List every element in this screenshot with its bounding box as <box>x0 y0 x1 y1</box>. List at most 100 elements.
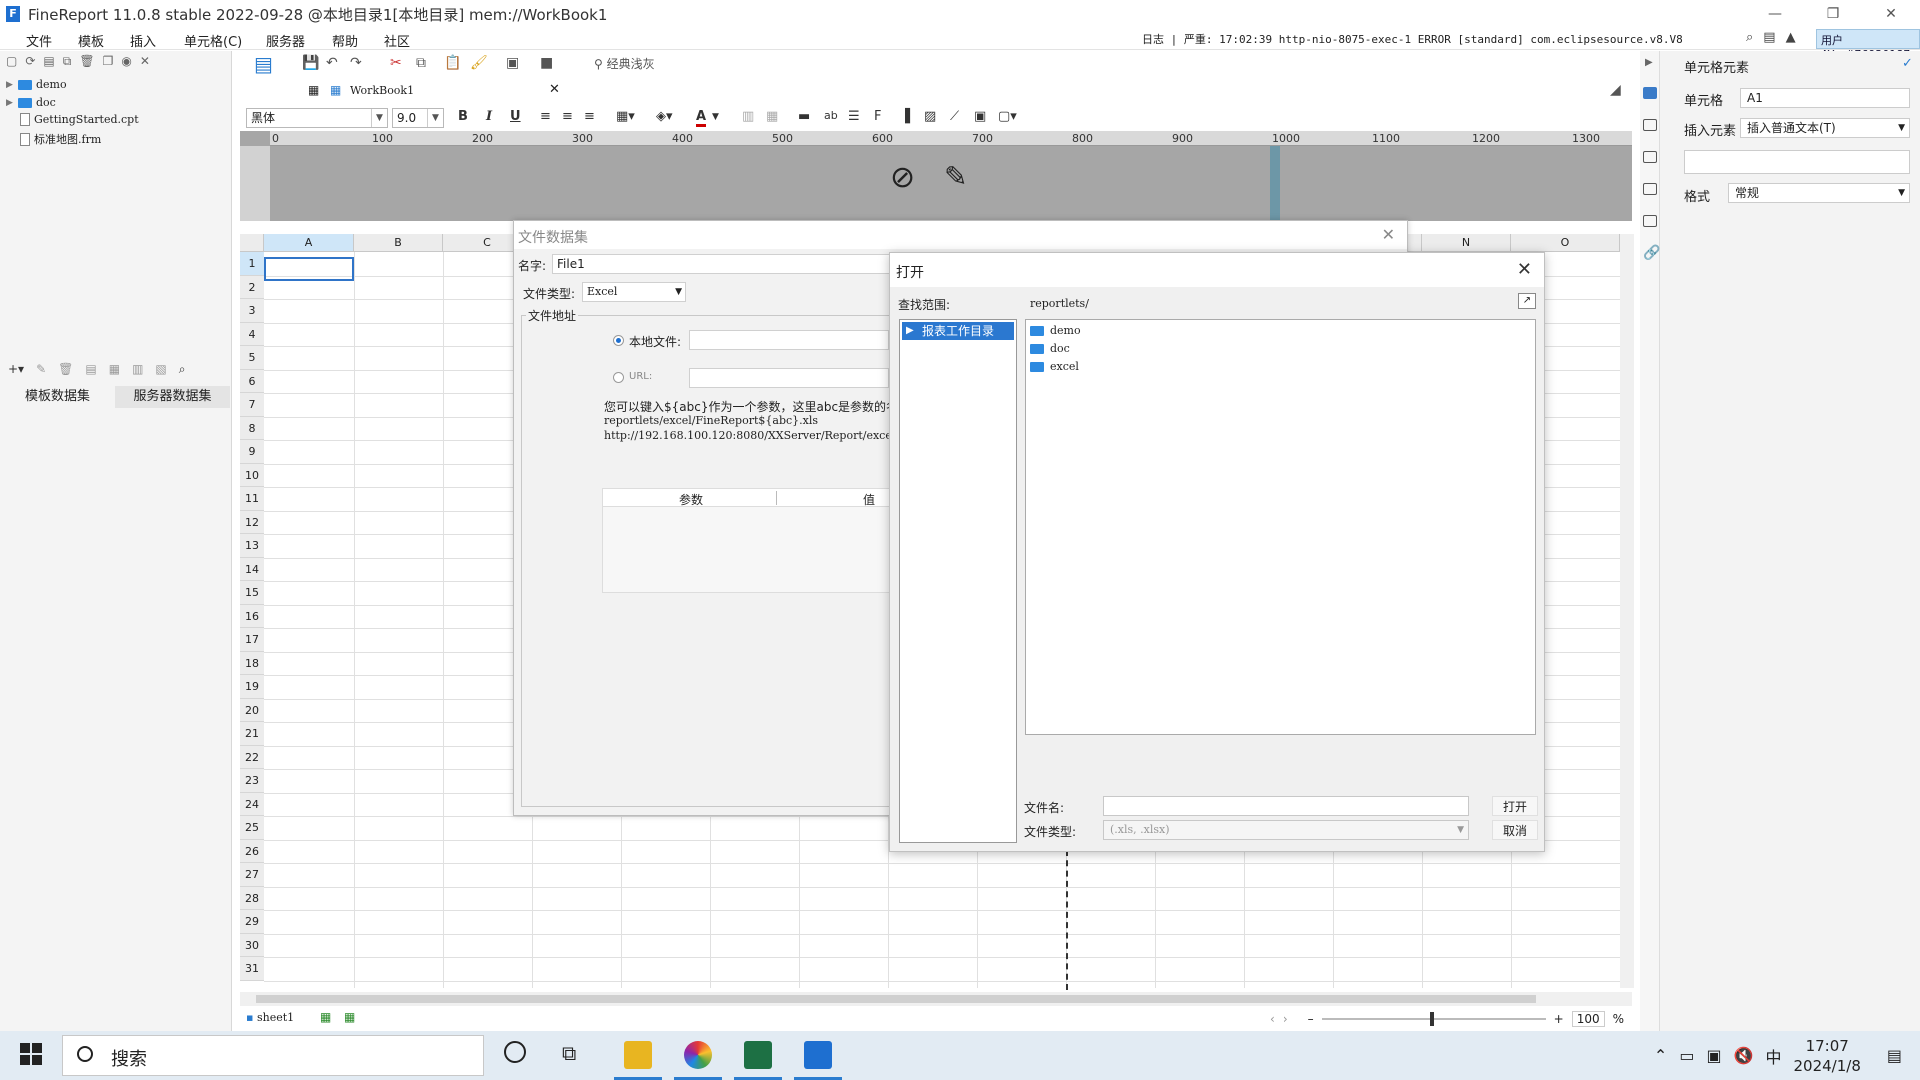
battery-icon[interactable]: ▭ <box>1679 1046 1694 1065</box>
browser-icon[interactable] <box>684 1041 712 1069</box>
volume-muted-icon[interactable]: 🔇 <box>1734 1046 1754 1065</box>
zoom-slider[interactable] <box>1321 1012 1546 1026</box>
row-header[interactable]: 7 <box>240 393 264 417</box>
paste-icon[interactable]: 📋 <box>444 55 461 71</box>
row-header[interactable]: 23 <box>240 769 264 793</box>
new-folder-icon[interactable]: ↗ <box>1518 293 1536 309</box>
unmerge-icon[interactable]: ▦ <box>766 109 778 124</box>
row-header[interactable]: 26 <box>240 839 264 863</box>
fill-color-icon[interactable]: ◈▾ <box>656 109 673 124</box>
local-file-radio[interactable] <box>613 335 624 346</box>
widget-settings-icon[interactable] <box>1643 183 1657 195</box>
tab-template-dataset[interactable]: 模板数据集 <box>0 386 115 408</box>
vertical-scrollbar[interactable] <box>1620 234 1634 988</box>
hyperlink-icon[interactable]: 🔗 <box>1643 245 1660 261</box>
undo-icon[interactable]: ↶ <box>326 55 338 71</box>
next-arrow-icon[interactable]: › <box>1283 1012 1288 1026</box>
menu-template[interactable]: 模板 <box>78 31 104 50</box>
open-icon[interactable]: ▤ <box>43 54 54 72</box>
tree-item-folder[interactable]: ▶ demo <box>6 78 67 91</box>
cancel-button[interactable]: 取消 <box>1492 820 1538 840</box>
pencil-edit-icon[interactable]: ✎ <box>944 160 967 193</box>
row-header[interactable]: 4 <box>240 322 264 346</box>
tree-item-folder[interactable]: ▶ doc <box>6 96 56 109</box>
row-header[interactable]: 25 <box>240 816 264 840</box>
minimize-button[interactable]: — <box>1746 0 1804 28</box>
cell-content-input[interactable] <box>1684 150 1910 174</box>
chevron-up-icon[interactable]: ⌃ <box>1654 1046 1667 1065</box>
menu-community[interactable]: 社区 <box>384 31 410 50</box>
select-all-corner[interactable] <box>240 234 264 252</box>
refresh-icon[interactable]: ⟳ <box>25 54 35 72</box>
horizontal-scrollbar[interactable] <box>240 992 1632 1006</box>
add-report-icon[interactable]: ▦ <box>344 1010 355 1024</box>
chevron-down-icon[interactable]: ▼ <box>712 112 719 122</box>
row-header[interactable]: 6 <box>240 369 264 393</box>
align-right-icon[interactable]: ≡ <box>584 109 595 124</box>
chart-icon[interactable]: ▐ <box>900 109 910 124</box>
menu-insert[interactable]: 插入 <box>130 31 156 50</box>
url-input[interactable] <box>689 368 889 388</box>
row-header[interactable]: 17 <box>240 628 264 652</box>
preview-icon[interactable]: ▣ <box>506 55 519 71</box>
zoom-value[interactable]: 100 <box>1571 1011 1605 1027</box>
user-badge[interactable]: 用户AYm#76920187 <box>1816 29 1920 61</box>
finereport-icon[interactable] <box>804 1041 832 1069</box>
workbook-tab[interactable]: WorkBook1 <box>350 84 414 97</box>
menu-cell[interactable]: 单元格(C) <box>184 31 242 50</box>
float-element-icon[interactable] <box>1643 151 1657 163</box>
row-header[interactable]: 24 <box>240 792 264 816</box>
delete-icon[interactable]: 🗑 <box>79 54 94 72</box>
menu-server[interactable]: 服务器 <box>266 31 305 50</box>
windows-start-icon[interactable] <box>20 1043 42 1065</box>
location-item-selected[interactable]: ▶ 报表工作目录 <box>902 322 1014 340</box>
new-folder-icon[interactable]: ▢ <box>6 54 17 72</box>
task-view-icon[interactable]: ⧉ <box>562 1041 576 1065</box>
notification-icon[interactable]: ▤ <box>1887 1046 1902 1065</box>
delete-icon[interactable]: 🗑 <box>58 362 73 382</box>
add-sheet-icon[interactable]: ▦ <box>320 1010 331 1024</box>
close-window-button[interactable]: ✕ <box>1862 0 1920 28</box>
expand-arrow-icon[interactable]: ▶ <box>6 80 14 90</box>
menu-help[interactable]: 帮助 <box>332 31 358 50</box>
edit-icon[interactable]: ✎ <box>36 362 46 382</box>
restore-button[interactable]: ❐ <box>1804 0 1862 28</box>
row-header[interactable]: 27 <box>240 863 264 887</box>
sheet-tab[interactable]: ▪ sheet1 <box>246 1011 294 1024</box>
locate-icon[interactable]: ◉ <box>121 54 131 72</box>
location-list[interactable]: ▶ 报表工作目录 <box>899 319 1017 843</box>
stop-icon[interactable]: ■ <box>540 55 553 71</box>
ime-indicator[interactable]: 中 <box>1765 1044 1781 1068</box>
widget-icon[interactable]: ▢▾ <box>998 109 1017 124</box>
row-header[interactable]: 5 <box>240 346 264 370</box>
file-list-item[interactable]: excel <box>1030 360 1079 373</box>
open-button[interactable]: 打开 <box>1492 796 1538 816</box>
file-list-item[interactable]: demo <box>1030 324 1081 337</box>
hide-header-icon[interactable]: ⊘ <box>890 160 915 195</box>
network-icon[interactable]: ▣ <box>1706 1046 1721 1065</box>
column-header[interactable]: O <box>1511 234 1620 252</box>
close-icon[interactable]: ✕ <box>1517 259 1532 280</box>
font-size-select[interactable]: 9.0 ▼ <box>392 108 444 128</box>
row-header[interactable]: 31 <box>240 957 264 981</box>
bold-button[interactable]: B <box>458 109 468 124</box>
file-list-item[interactable]: doc <box>1030 342 1070 355</box>
column-header[interactable]: B <box>354 234 443 252</box>
document-icon[interactable]: ▤ <box>1763 30 1775 45</box>
underline-button[interactable]: U <box>510 109 521 124</box>
zoom-out-icon[interactable]: – <box>1308 1012 1314 1026</box>
template-icon[interactable]: ▤ <box>254 52 273 76</box>
row-header[interactable]: 14 <box>240 557 264 581</box>
row-header[interactable]: 29 <box>240 910 264 934</box>
text-icon[interactable]: ab <box>824 109 838 122</box>
row-header[interactable]: 8 <box>240 416 264 440</box>
cell-attribute-icon[interactable] <box>1643 119 1657 131</box>
row-header[interactable]: 3 <box>240 299 264 323</box>
copy-icon[interactable]: ⧉ <box>416 55 426 71</box>
row-header[interactable]: 1 <box>240 252 264 276</box>
insert-element-select[interactable]: 插入普通文本(T) ▼ <box>1740 118 1910 138</box>
preview-icon[interactable]: ▤ <box>85 362 96 382</box>
zoom-in-icon[interactable]: + <box>1554 1012 1564 1026</box>
search-icon[interactable]: ⌕ <box>1746 30 1753 45</box>
copy-icon[interactable]: ⧉ <box>63 54 72 72</box>
